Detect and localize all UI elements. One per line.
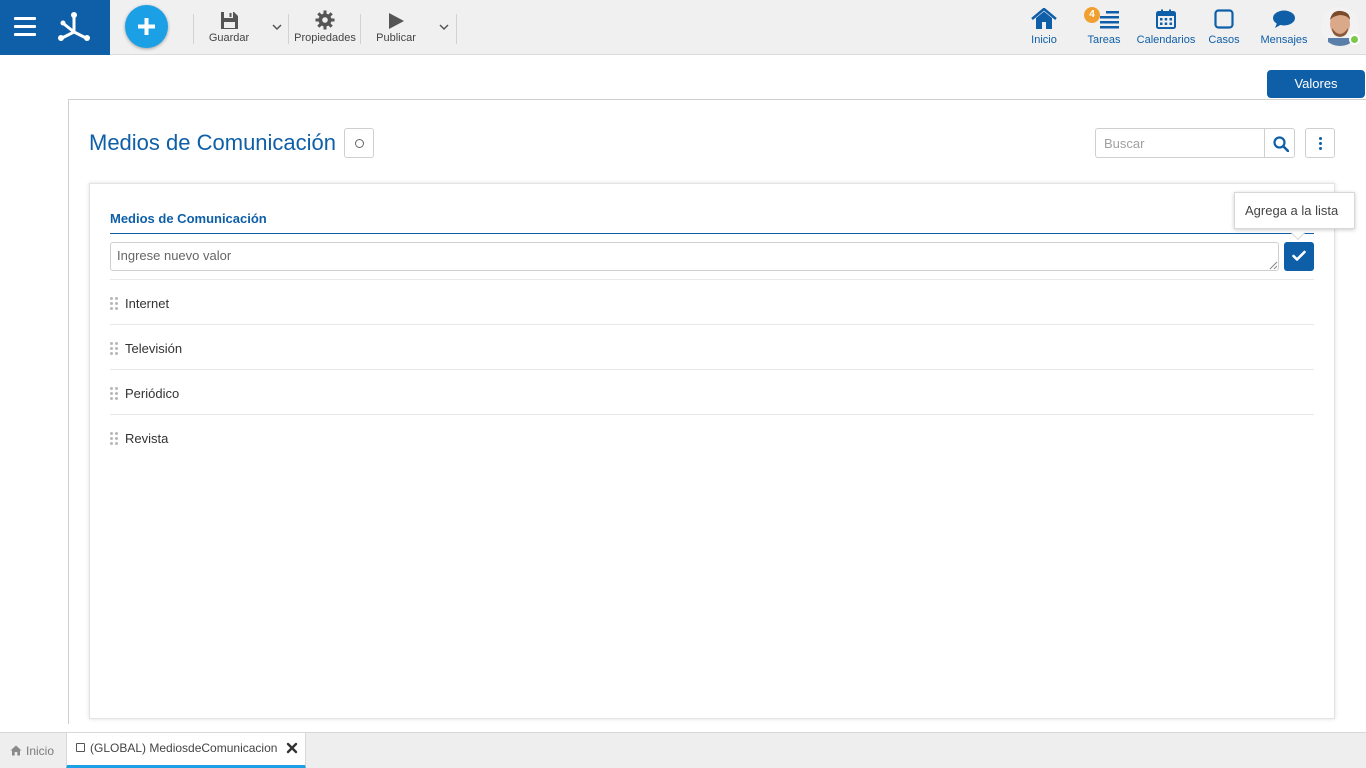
values-list: Internet Televisión Periódico Revista xyxy=(110,279,1314,459)
house-icon xyxy=(1031,8,1057,29)
list-item-label: Revista xyxy=(125,431,169,446)
app-logo[interactable] xyxy=(54,8,94,46)
drag-handle-icon[interactable] xyxy=(110,342,120,356)
section-divider xyxy=(110,233,1314,234)
tab-home[interactable]: Inicio xyxy=(0,733,64,768)
gear-icon xyxy=(315,10,335,30)
nav-calendars-button[interactable]: Calendarios xyxy=(1135,6,1197,50)
resize-grip-icon[interactable] xyxy=(1268,260,1278,270)
online-status-indicator xyxy=(1349,34,1360,45)
plus-icon xyxy=(138,18,155,35)
tasks-count-badge: 4 xyxy=(1084,7,1100,23)
save-label: Guardar xyxy=(208,32,250,44)
nav-messages-button[interactable]: Mensajes xyxy=(1259,6,1309,50)
save-options-chevron-icon[interactable] xyxy=(271,22,283,32)
list-item[interactable]: Televisión xyxy=(110,324,1314,369)
toolbar-separator xyxy=(193,14,194,44)
nav-home-button[interactable]: Inicio xyxy=(1026,6,1062,50)
calendar-icon xyxy=(1156,9,1176,29)
chat-bubble-icon xyxy=(1273,10,1295,28)
nav-cases-button[interactable]: Casos xyxy=(1206,6,1242,50)
brand-area xyxy=(0,0,110,55)
properties-button[interactable]: Propiedades xyxy=(292,8,358,48)
nav-cases-label: Casos xyxy=(1208,34,1240,46)
add-tooltip: Agrega a la lista xyxy=(1234,192,1355,229)
tasks-icon xyxy=(1100,11,1119,29)
play-icon xyxy=(389,13,404,29)
square-icon xyxy=(1214,9,1234,29)
drag-handle-icon[interactable] xyxy=(110,432,120,446)
search-icon xyxy=(1273,136,1289,152)
nav-home-label: Inicio xyxy=(1031,34,1057,46)
nav-tasks-button[interactable]: 4 Tareas xyxy=(1084,6,1124,50)
new-value-input[interactable] xyxy=(110,242,1279,271)
vertical-dots-icon xyxy=(1319,137,1322,140)
publish-options-chevron-icon[interactable] xyxy=(438,22,450,32)
list-item-label: Periódico xyxy=(125,386,180,401)
list-item[interactable]: Periódico xyxy=(110,369,1314,414)
publish-label: Publicar xyxy=(376,32,416,44)
top-toolbar: Guardar Propiedades Publicar Inicio 4 Ta… xyxy=(0,0,1366,55)
values-button[interactable]: Valores xyxy=(1267,70,1365,98)
bottom-tab-bar: Inicio (GLOBAL) MediosdeComunicacion xyxy=(0,732,1366,768)
more-options-button[interactable] xyxy=(1305,128,1335,158)
add-button[interactable] xyxy=(125,5,168,48)
circle-icon xyxy=(355,139,364,148)
search-button[interactable] xyxy=(1264,128,1295,158)
tab-home-label: Inicio xyxy=(26,743,55,758)
drag-handle-icon[interactable] xyxy=(110,297,120,311)
publish-button[interactable]: Publicar xyxy=(372,8,420,48)
properties-label: Propiedades xyxy=(294,32,356,44)
tab-document[interactable]: (GLOBAL) MediosdeComunicacion xyxy=(66,733,306,768)
add-to-list-button[interactable] xyxy=(1284,242,1314,271)
toolbar-separator xyxy=(288,14,289,44)
nav-tasks-label: Tareas xyxy=(1087,34,1121,46)
state-indicator-button[interactable] xyxy=(344,128,374,158)
search-input[interactable] xyxy=(1095,128,1265,158)
toolbar-separator xyxy=(360,14,361,44)
page-title: Medios de Comunicación xyxy=(89,130,337,155)
floppy-icon xyxy=(220,12,238,29)
list-item-label: Internet xyxy=(125,296,170,311)
close-icon[interactable] xyxy=(285,741,299,755)
nav-calendars-label: Calendarios xyxy=(1136,34,1196,46)
tab-document-label: (GLOBAL) MediosdeComunicacion xyxy=(90,741,278,755)
list-item-label: Televisión xyxy=(125,341,183,356)
section-title: Medios de Comunicación xyxy=(110,211,267,226)
nav-messages-label: Mensajes xyxy=(1260,34,1308,46)
toolbar-separator xyxy=(456,14,457,44)
check-icon xyxy=(1292,250,1306,261)
list-item[interactable]: Internet xyxy=(110,279,1314,324)
hamburger-icon[interactable] xyxy=(14,17,36,37)
list-item[interactable]: Revista xyxy=(110,414,1314,459)
drag-handle-icon[interactable] xyxy=(110,387,120,401)
house-icon xyxy=(10,745,22,756)
save-button[interactable]: Guardar xyxy=(204,8,254,48)
document-icon xyxy=(76,743,85,752)
